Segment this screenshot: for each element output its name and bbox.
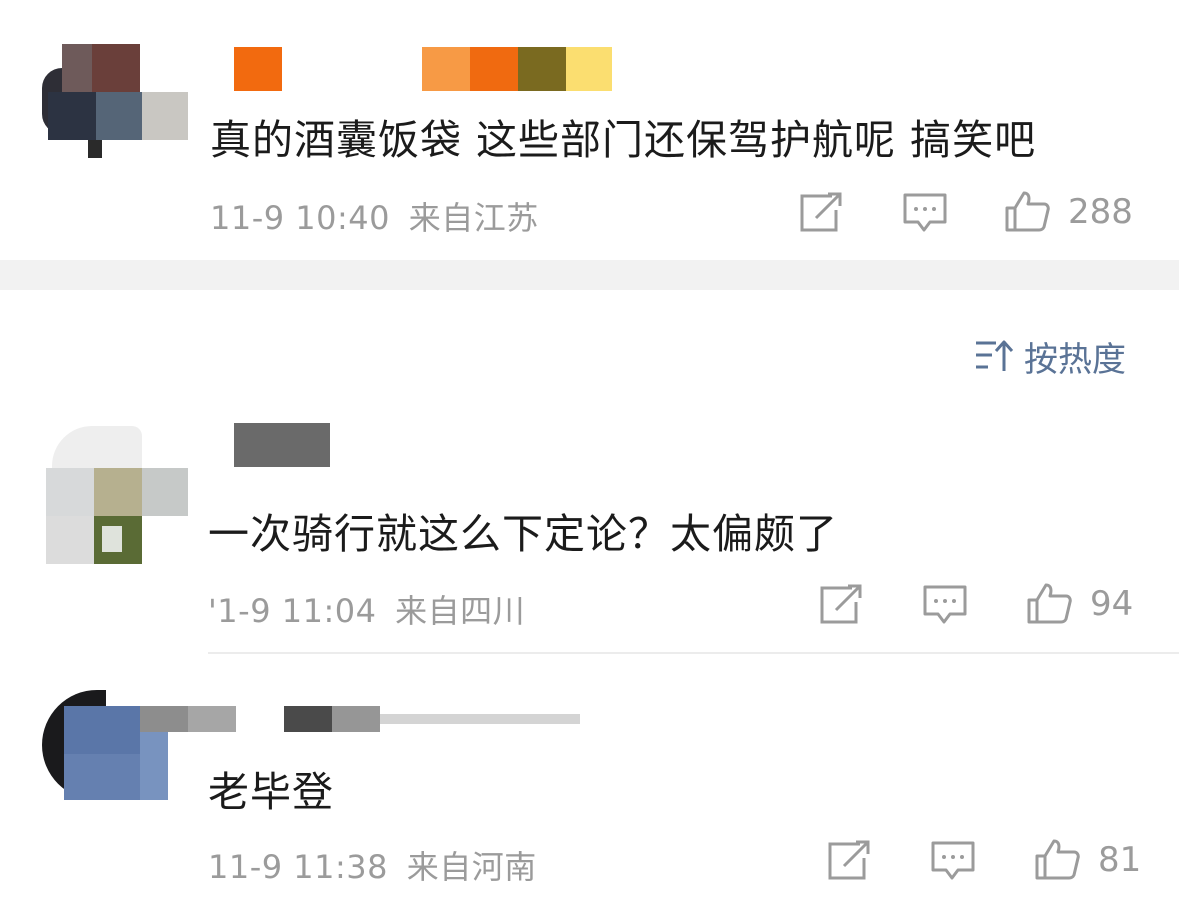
comment-icon[interactable] [902,192,948,234]
comment-text: 真的酒囊饭袋 这些部门还保驾护航呢 搞笑吧 [210,116,1037,164]
comment-location: 来自江苏 [408,199,539,237]
username-blurred[interactable] [234,47,614,91]
share-icon[interactable] [826,840,872,882]
comment-divider [208,652,1179,654]
comment-time: 11-9 10:40 [210,199,391,237]
comment-item: 老毕登 11-9 11:38 来自河南 81 [0,660,1179,907]
comment-icon[interactable] [930,840,976,882]
comment-location: 来自四川 [395,592,526,630]
comment-meta: '1-9 11:04 来自四川 [208,586,525,632]
like-count: 94 [1090,584,1134,624]
comment-text: 一次骑行就这么下定论？太偏颇了 [208,510,838,558]
comment-icon[interactable] [922,584,968,626]
comment-text: 老毕登 [208,768,334,816]
comment-time: 11-9 11:38 [208,848,389,886]
username-blurred[interactable] [234,423,330,467]
comment-time: '1-9 11:04 [208,592,377,630]
like-count: 288 [1068,192,1133,232]
avatar[interactable] [46,422,192,568]
username-blurred[interactable] [140,706,590,732]
sort-button[interactable]: 按热度 [974,334,1126,380]
share-icon[interactable] [798,192,844,234]
section-divider [0,260,1179,290]
comment-item: 真的酒囊饭袋 这些部门还保驾护航呢 搞笑吧 11-9 10:40 来自江苏 28… [0,0,1179,260]
like-icon[interactable] [1004,190,1050,232]
like-icon[interactable] [1026,582,1072,624]
sort-icon [974,337,1014,375]
share-icon[interactable] [818,584,864,626]
like-icon[interactable] [1034,838,1080,880]
comment-meta: 11-9 11:38 来自河南 [208,842,537,888]
sort-label: 按热度 [1024,339,1126,380]
comment-location: 来自河南 [406,848,537,886]
comment-item: 一次骑行就这么下定论？太偏颇了 '1-9 11:04 来自四川 94 [0,400,1179,650]
avatar[interactable] [42,44,188,190]
comment-meta: 11-9 10:40 来自江苏 [210,193,539,239]
like-count: 81 [1098,840,1142,880]
